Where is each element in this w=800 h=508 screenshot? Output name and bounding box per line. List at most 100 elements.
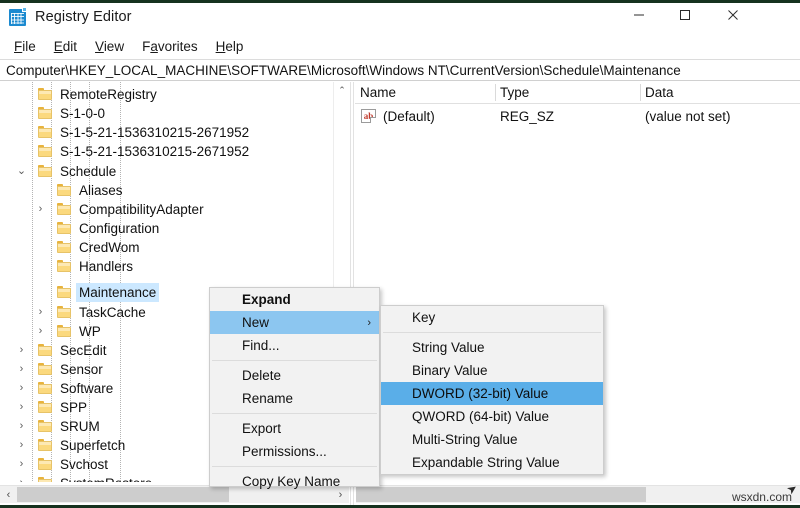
chevron-right-icon[interactable]: › (16, 478, 27, 482)
folder-icon (38, 145, 53, 157)
chevron-right-icon[interactable]: › (35, 307, 46, 318)
menu-item-permissions[interactable]: Permissions... (210, 440, 379, 463)
menu-item-key[interactable]: Key (381, 306, 603, 329)
chevron-right-icon: › (367, 317, 371, 329)
scroll-left-icon[interactable]: ‹ (0, 486, 17, 504)
context-menu[interactable]: ExpandNew› Find... Delete Rename Export Permi… (209, 287, 380, 487)
registry-path-text: Computer\HKEY_LOCAL_MACHINE\SOFTWARE\Mic… (0, 63, 681, 78)
menu-item-label: Expandable String Value (412, 455, 560, 470)
menu-item-rename[interactable]: Rename (210, 387, 379, 410)
registry-icon-nub (22, 7, 27, 12)
menu-favorites[interactable]: Favorites (134, 37, 206, 56)
menu-item-string-value[interactable]: String Value (381, 336, 603, 359)
tree-item-compatibilityadapter[interactable]: ›CompatibilityAdapter (0, 200, 350, 219)
list-hscroll-thumb[interactable] (356, 487, 646, 502)
folder-icon (38, 477, 53, 482)
menu-separator (212, 413, 377, 414)
menu-item-copy-key-name[interactable]: Copy Key Name (210, 470, 379, 493)
menu-item-label: Find... (242, 338, 280, 353)
chevron-right-icon[interactable]: › (35, 326, 46, 337)
column-header-name[interactable]: Name (355, 82, 495, 103)
menu-bar: FileEditViewFavoritesHelp (0, 34, 800, 58)
tree-item-remoteregistry[interactable]: RemoteRegistry (0, 85, 350, 104)
menu-item-export[interactable]: Export (210, 417, 379, 440)
tree-item-label: Superfetch (58, 437, 127, 454)
menu-item-delete[interactable]: Delete (210, 364, 379, 387)
table-row[interactable]: ab (Default) REG_SZ (value not set) (355, 106, 800, 127)
menu-item-label: String Value (412, 340, 485, 355)
chevron-right-icon[interactable]: › (16, 459, 27, 470)
chevron-right-icon[interactable]: › (16, 402, 27, 413)
chevron-right-icon[interactable]: › (16, 421, 27, 432)
menu-item-label: QWORD (64-bit) Value (412, 409, 549, 424)
tree-item-label: SystemRestore (58, 475, 154, 482)
column-header-type[interactable]: Type (495, 82, 640, 103)
menu-item-expandable-string-value[interactable]: Expandable String Value (381, 451, 603, 474)
menu-item-label: Export (242, 421, 281, 436)
chevron-right-icon[interactable]: › (16, 364, 27, 375)
chevron-down-icon[interactable]: ⌄ (16, 166, 27, 177)
menu-item-label: Delete (242, 368, 281, 383)
menu-separator (383, 332, 601, 333)
window-title: Registry Editor (35, 9, 132, 25)
chevron-right-icon[interactable]: › (35, 204, 46, 215)
values-list-header: Name Type Data (355, 82, 800, 104)
address-bar[interactable]: Computer\HKEY_LOCAL_MACHINE\SOFTWARE\Mic… (0, 59, 800, 81)
menu-view[interactable]: View (87, 37, 132, 56)
folder-icon (57, 222, 72, 234)
menu-edit[interactable]: Edit (46, 37, 85, 56)
tree-item-label: Handlers (77, 258, 135, 275)
registry-icon-grid (11, 13, 24, 24)
menu-item-qword-64-bit-value[interactable]: QWORD (64-bit) Value (381, 405, 603, 428)
tree-item-label: SecEdit (58, 342, 109, 359)
close-icon (727, 9, 739, 21)
value-name: (Default) (383, 109, 435, 124)
tree-item-label: SRUM (58, 418, 102, 435)
folder-icon (38, 363, 53, 375)
tree-item-label: WP (77, 323, 103, 340)
menu-file[interactable]: File (6, 37, 44, 56)
new-submenu[interactable]: Key String Value Binary ValueDWORD (32-bit… (380, 305, 604, 475)
tree-item-schedule[interactable]: ⌄Schedule (0, 162, 350, 181)
tree-item-label: Configuration (77, 220, 161, 237)
column-header-data[interactable]: Data (640, 82, 800, 103)
tree-item-label: S-1-0-0 (58, 105, 107, 122)
tree-item-label: S-1-5-21-1536310215-2671952 (58, 143, 251, 160)
tree-item-label: CredWom (77, 239, 142, 256)
folder-icon (38, 344, 53, 356)
folder-icon (57, 286, 72, 298)
menu-help[interactable]: Help (208, 37, 252, 56)
menu-item-expand[interactable]: Expand (210, 288, 379, 311)
title-bar: Registry Editor (0, 0, 800, 34)
tree-item-configuration[interactable]: Configuration (0, 219, 350, 238)
menu-item-new[interactable]: New› (210, 311, 379, 334)
folder-icon (38, 126, 53, 138)
tree-item-s-1-5-21-1536310215-2671952[interactable]: S-1-5-21-1536310215-2671952 (0, 142, 350, 161)
minimize-button[interactable] (616, 0, 662, 30)
tree-item-s-1-5-21-1536310215-2671952[interactable]: S-1-5-21-1536310215-2671952 (0, 123, 350, 142)
menu-item-binary-value[interactable]: Binary Value (381, 359, 603, 382)
tree-item-label: Aliases (77, 182, 125, 199)
chevron-right-icon[interactable]: › (16, 345, 27, 356)
menu-item-label: Permissions... (242, 444, 327, 459)
tree-item-label: S-1-5-21-1536310215-2671952 (58, 124, 251, 141)
value-type: REG_SZ (500, 109, 554, 124)
maximize-button[interactable] (662, 0, 708, 30)
menu-item-find[interactable]: Find... (210, 334, 379, 357)
folder-icon (38, 165, 53, 177)
chevron-right-icon[interactable]: › (16, 383, 27, 394)
tree-item-handlers[interactable]: Handlers (0, 257, 350, 276)
tree-item-s-1-0-0[interactable]: S-1-0-0 (0, 104, 350, 123)
tree-item-credwom[interactable]: CredWom (0, 238, 350, 257)
tree-hscroll-thumb[interactable] (17, 487, 229, 502)
menu-separator (212, 466, 377, 467)
folder-icon (57, 325, 72, 337)
menu-item-dword-32-bit-value[interactable]: DWORD (32-bit) Value (381, 382, 603, 405)
menu-item-multi-string-value[interactable]: Multi-String Value (381, 428, 603, 451)
folder-icon (57, 260, 72, 272)
close-button[interactable] (710, 0, 756, 30)
chevron-right-icon[interactable]: › (16, 440, 27, 451)
folder-icon (57, 241, 72, 253)
tree-item-aliases[interactable]: Aliases (0, 181, 350, 200)
scroll-up-icon[interactable]: ⌃ (334, 82, 350, 99)
